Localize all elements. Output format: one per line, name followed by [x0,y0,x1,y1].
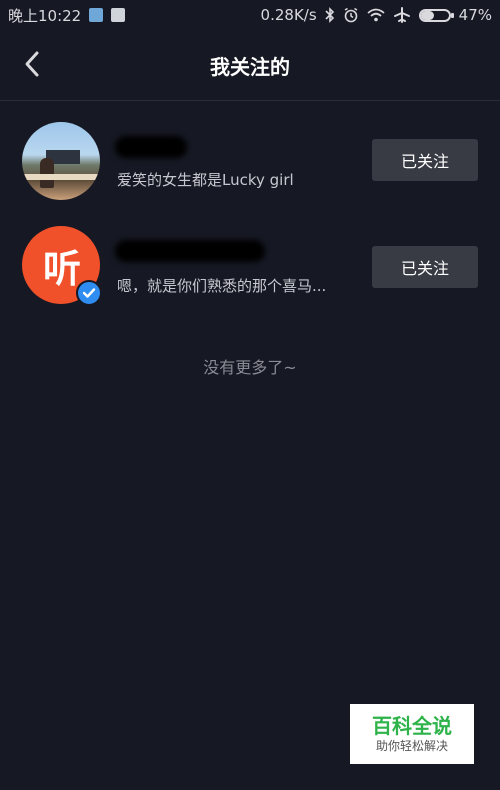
follow-list-item[interactable]: 爱笑的女生都是Lucky girl 已关注 [0,110,500,210]
back-button[interactable] [14,46,50,82]
watermark-logo: 百科全说 助你轻松解决 [350,704,474,764]
alarm-icon [343,7,359,23]
status-bar: 晚上10:22 0.28K/s 47% [0,0,500,30]
status-right: 0.28K/s 47% [261,6,492,24]
battery-level [420,10,434,20]
watermark-title: 百科全说 [372,714,452,738]
follow-list-item[interactable]: 听 嗯，就是你们熟悉的那个喜马... 已关注 [0,214,500,314]
list-end-text: 没有更多了~ [203,358,297,377]
following-button[interactable]: 已关注 [372,139,478,181]
following-button[interactable]: 已关注 [372,246,478,288]
network-speed: 0.28K/s [260,6,317,24]
status-left: 晚上10:22 [8,5,126,26]
redacted-username[interactable] [115,240,265,262]
chevron-left-icon [25,51,39,77]
verified-badge [76,280,102,306]
home-notification-icon [89,8,104,22]
redacted-username[interactable] [115,136,187,158]
status-time: 晚上10:22 [8,6,82,25]
airplane-icon [393,7,411,23]
avatar[interactable]: 听 [22,226,102,306]
wifi-icon [367,8,385,22]
checkmark-icon [82,288,96,298]
title-bar: 我关注的 [0,30,500,101]
user-description: 爱笑的女生都是Lucky girl [117,171,294,189]
user-description: 嗯，就是你们熟悉的那个喜马... [117,277,327,295]
message-notification-icon [111,8,126,22]
battery-percent: 47% [458,6,492,24]
watermark-subtitle: 助你轻松解决 [375,739,448,753]
bluetooth-icon [325,7,335,23]
brand-logo: 听 [42,246,81,291]
battery-icon [418,8,454,22]
page-title: 我关注的 [210,54,290,79]
avatar[interactable] [22,122,100,200]
